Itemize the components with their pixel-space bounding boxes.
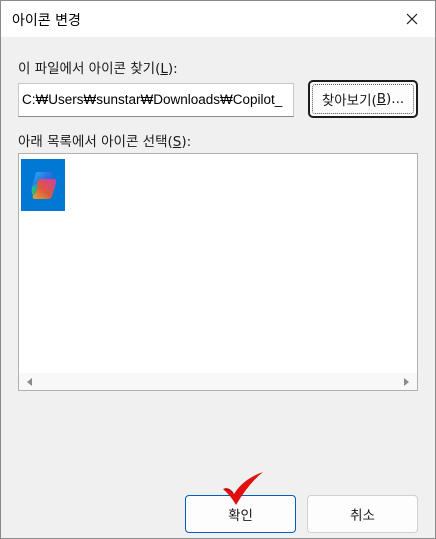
close-button[interactable] [389,1,435,37]
title-bar: 아이콘 변경 [1,1,435,37]
browse-focus-rect: 찾아보기(B)... [312,84,414,114]
scroll-left-icon[interactable] [25,377,35,387]
copilot-icon [30,172,57,199]
icon-list-item[interactable] [21,159,65,211]
file-search-label-suffix: ): [167,61,178,77]
icon-list-label-text: 아래 목록에서 아이콘 선택( [18,134,173,150]
icon-list[interactable] [18,153,418,391]
browse-label-accesskey: B [376,91,387,107]
scroll-right-icon[interactable] [401,377,411,387]
browse-button[interactable]: 찾아보기(B)... [308,80,418,118]
change-icon-dialog: 아이콘 변경 이 파일에서 아이콘 찾기(L): C:₩Users₩sunsta… [0,0,436,539]
file-search-label-accesskey: L [160,61,168,77]
icon-list-label-suffix: ): [181,134,192,150]
cancel-button[interactable]: 취소 [307,495,418,533]
horizontal-scrollbar[interactable] [19,373,417,390]
cancel-button-label: 취소 [350,508,375,524]
icon-list-label: 아래 목록에서 아이콘 선택(S): [18,130,191,150]
browse-label-suffix: )... [386,91,405,107]
dialog-title: 아이콘 변경 [12,13,81,29]
close-icon [406,13,418,25]
file-search-label-text: 이 파일에서 아이콘 찾기( [18,61,161,77]
file-path-input[interactable]: C:₩Users₩sunstar₩Downloads₩Copilot_ [18,83,294,117]
ok-button-label: 확인 [228,508,253,524]
file-search-label: 이 파일에서 아이콘 찾기(L): [18,57,178,77]
browse-label-text: 찾아보기( [321,93,377,109]
ok-button[interactable]: 확인 [185,495,296,533]
